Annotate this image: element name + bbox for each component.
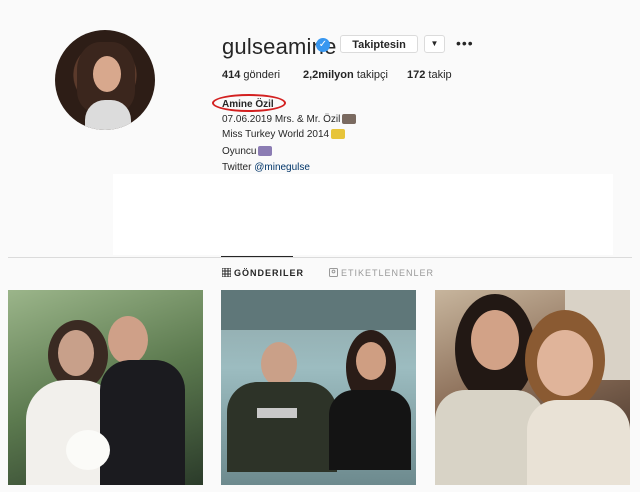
tab-tagged[interactable]: ETIKETLENENLER bbox=[329, 268, 434, 278]
crown-emoji-icon bbox=[331, 129, 346, 140]
tab-posts[interactable]: GÖNDERILER bbox=[222, 268, 304, 278]
bio-line-twitter: Twitter @minegulse bbox=[222, 161, 310, 175]
older-woman-face bbox=[537, 330, 593, 396]
suggestions-dropdown-button[interactable]: ▼ bbox=[424, 35, 445, 53]
following-count-label: takip bbox=[428, 69, 452, 81]
posts-count: 414 gönderi bbox=[222, 69, 280, 81]
more-options-icon[interactable]: ••• bbox=[456, 36, 474, 50]
groom-face bbox=[108, 316, 148, 364]
followers-count-label: takipçi bbox=[356, 69, 388, 81]
actress-emoji-icon bbox=[258, 146, 273, 157]
woman-face bbox=[356, 342, 386, 380]
older-woman-shirt bbox=[527, 400, 630, 485]
tab-posts-label: GÖNDERILER bbox=[234, 268, 305, 278]
posts-count-value: 414 bbox=[222, 69, 241, 81]
tab-tagged-label: ETIKETLENENLER bbox=[341, 268, 435, 278]
bio-line-wedding: 07.06.2019 Mrs. & Mr. Özil bbox=[222, 113, 357, 127]
following-count-value: 172 bbox=[407, 69, 426, 81]
redacted-area bbox=[113, 174, 613, 255]
followers-count[interactable]: 2,2milyon takipçi bbox=[303, 69, 388, 81]
followers-count-value: 2,2milyon bbox=[303, 69, 354, 81]
verified-badge-icon: ✓ bbox=[316, 38, 330, 52]
post-thumbnail-wedding[interactable] bbox=[8, 290, 203, 485]
avatar-clothing bbox=[85, 100, 131, 130]
young-woman-face bbox=[471, 310, 519, 370]
twitter-label: Twitter bbox=[222, 162, 252, 173]
tag-user-icon bbox=[329, 268, 338, 277]
woman-outfit bbox=[329, 390, 411, 470]
twitter-handle-link[interactable]: @minegulse bbox=[254, 162, 310, 173]
stadium-seats-row bbox=[221, 290, 416, 330]
profile-avatar[interactable] bbox=[55, 30, 155, 130]
tabs-divider bbox=[8, 257, 632, 258]
jacket-sponsor-text bbox=[257, 408, 297, 418]
wedding-couple-emoji-icon bbox=[342, 114, 357, 125]
post-thumbnail-family[interactable] bbox=[435, 290, 630, 485]
grid-icon bbox=[222, 268, 231, 277]
posts-count-label: gönderi bbox=[243, 69, 281, 81]
post-thumbnail-stadium[interactable] bbox=[221, 290, 416, 485]
active-tab-indicator bbox=[221, 256, 293, 257]
bio-line-title: Miss Turkey World 2014 bbox=[222, 128, 346, 142]
following-count[interactable]: 172 takip bbox=[407, 69, 452, 81]
groom-suit bbox=[100, 360, 185, 485]
bio-line-wedding-text: 07.06.2019 Mrs. & Mr. Özil bbox=[222, 114, 341, 125]
profile-full-name: Amine Özil bbox=[222, 99, 274, 110]
bio-line-profession: Oyuncu bbox=[222, 145, 273, 159]
chevron-down-icon: ▼ bbox=[430, 39, 439, 48]
avatar-face bbox=[93, 56, 121, 92]
following-button[interactable]: Takiptesin bbox=[340, 35, 418, 53]
man-face bbox=[261, 342, 297, 386]
bio-line-title-text: Miss Turkey World 2014 bbox=[222, 129, 330, 140]
bridal-bouquet bbox=[66, 430, 110, 470]
bride-face bbox=[58, 330, 94, 376]
bio-line-profession-text: Oyuncu bbox=[222, 146, 257, 157]
arsenal-jacket bbox=[227, 382, 337, 472]
